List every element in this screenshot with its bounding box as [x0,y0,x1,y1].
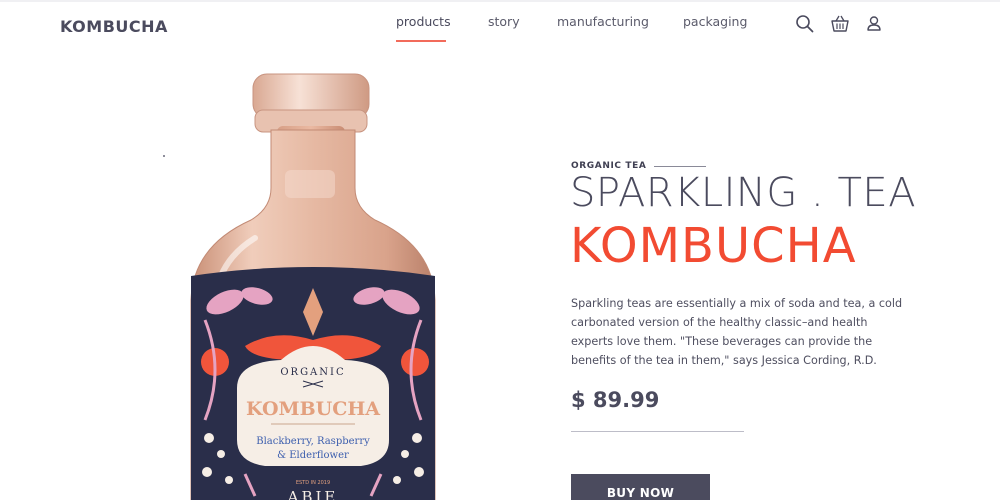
top-border [0,0,1000,2]
basket-icon[interactable] [830,14,850,38]
product-price: $ 89.99 [571,388,660,412]
nav-products[interactable]: products [396,14,451,29]
kombucha-bottle-image: ORGANIC KOMBUCHA Blackberry, Raspberry &… [190,73,436,500]
nav-story[interactable]: story [488,14,520,29]
nav-manufacturing[interactable]: manufacturing [557,14,649,29]
eyebrow-divider [654,166,706,167]
bottle-organic-text: ORGANIC [280,367,345,378]
hero-description: Sparkling teas are essentially a mix of … [571,297,903,367]
search-icon[interactable] [795,14,815,38]
hero-title-line2: KOMBUCHA [570,218,857,274]
bottle-flavor-line2: & Elderflower [277,450,349,461]
nav-packaging[interactable]: packaging [683,14,747,29]
user-icon[interactable] [866,14,882,38]
nav-active-underline [396,40,446,42]
price-divider [571,431,744,432]
main-nav: products story manufacturing packaging [0,14,1000,44]
bottle-brand-text: KOMBUCHA [246,398,380,420]
hero-title-line1: SPARKLING . TEA [570,170,917,216]
decorative-dot [163,155,165,157]
bottle-est-text: ESTD IN 2019 [296,480,330,486]
bottle-maker-text: ABIE [287,488,339,500]
buy-now-button[interactable]: BUY NOW [571,474,710,500]
bottle-flavor-line1: Blackberry, Raspberry [256,436,370,447]
